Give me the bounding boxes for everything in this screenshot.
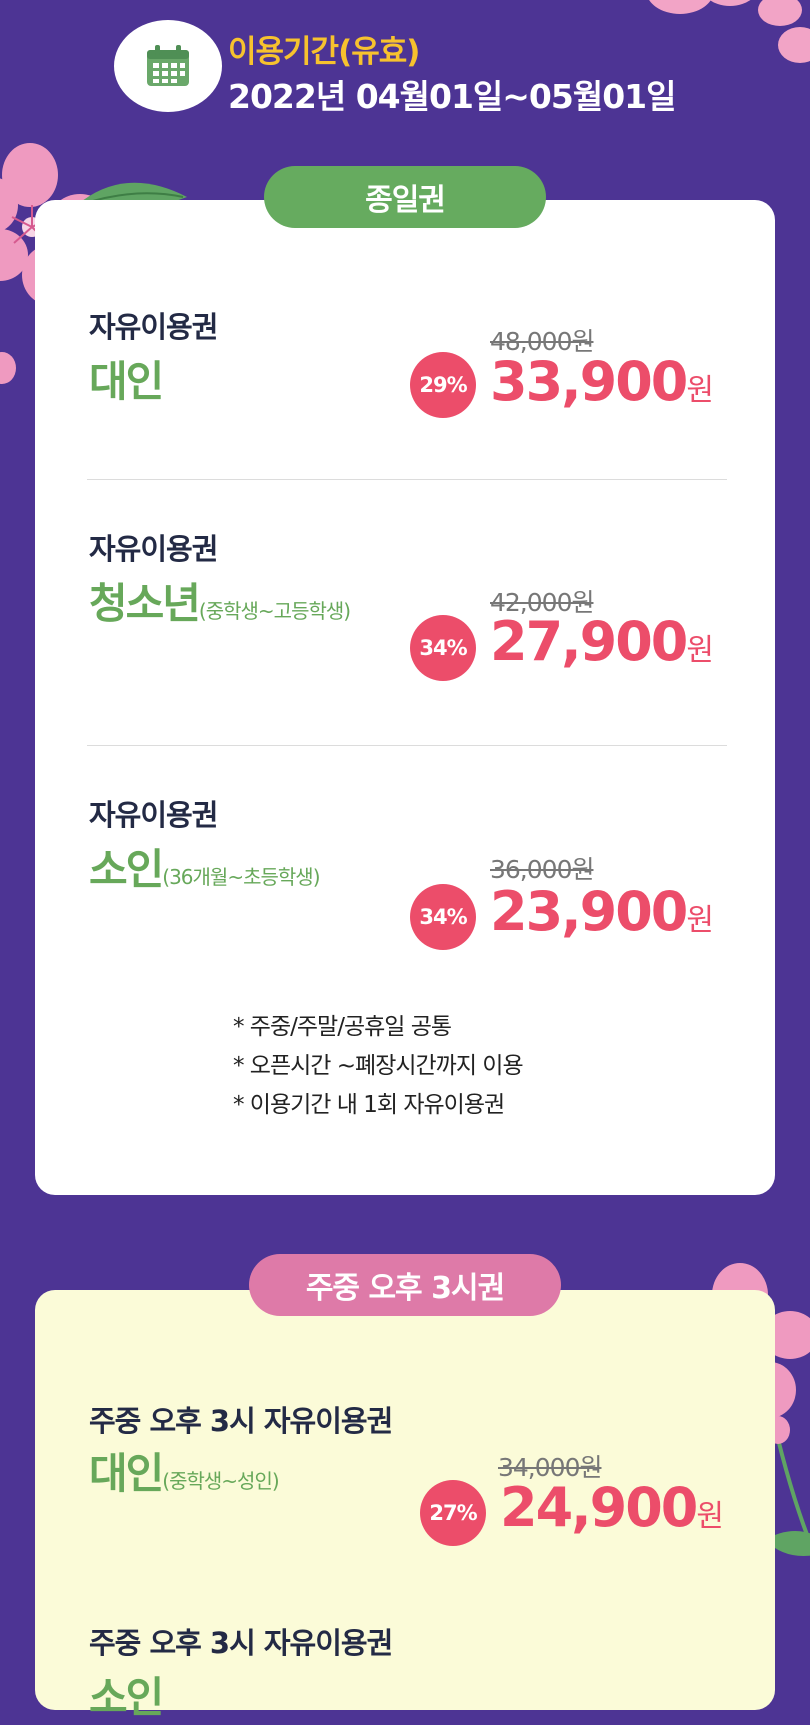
ticket-type: 주중 오후 3시 자유이용권 xyxy=(89,1626,393,1660)
calendar-icon-badge xyxy=(114,20,222,112)
divider xyxy=(87,745,727,746)
ticket-type: 자유이용권 xyxy=(89,532,218,566)
discount-badge: 29% xyxy=(410,352,476,418)
note-line: * 주중/주말/공휴일 공통 xyxy=(233,1014,452,1040)
note-line: * 오픈시간 ~폐장시간까지 이용 xyxy=(233,1053,524,1079)
sale-price: 33,900원 xyxy=(490,350,714,413)
period-label: 이용기간(유효) xyxy=(228,34,420,70)
sale-price: 24,900원 xyxy=(500,1476,724,1539)
ticket-type: 주중 오후 3시 자유이용권 xyxy=(89,1404,393,1438)
petal-left-small xyxy=(0,352,16,384)
section-title-weekday-3pm: 주중 오후 3시권 xyxy=(249,1254,561,1316)
weekday-3pm-pass-card: 주중 오후 3시 자유이용권 대인(중학생~성인) 34,000원 27% 24… xyxy=(35,1290,775,1722)
ticket-type: 자유이용권 xyxy=(89,798,218,832)
usage-notes: * 주중/주말/공휴일 공통 * 오픈시간 ~폐장시간까지 이용 * 이용기간 … xyxy=(233,1008,524,1125)
ticket-category: 소인 xyxy=(89,1673,164,1722)
sale-price: 23,900원 xyxy=(490,880,714,943)
section-title-all-day: 종일권 xyxy=(264,166,546,228)
divider xyxy=(87,479,727,480)
sale-price: 27,900원 xyxy=(490,610,714,673)
discount-badge: 34% xyxy=(410,615,476,681)
all-day-pass-card: 자유이용권 대인 48,000원 29% 33,900원 자유이용권 청소년(중… xyxy=(35,200,775,1195)
discount-badge: 34% xyxy=(410,884,476,950)
ticket-category: 대인(중학생~성인) xyxy=(89,1449,280,1498)
cherry-blossom-top-right xyxy=(649,0,810,63)
discount-badge: 27% xyxy=(420,1480,486,1546)
period-dates: 2022년 04월01일~05월01일 xyxy=(228,77,676,116)
note-line: * 이용기간 내 1회 자유이용권 xyxy=(233,1092,505,1118)
calendar-icon xyxy=(147,45,189,86)
ticket-type: 자유이용권 xyxy=(89,310,218,344)
ticket-category: 소인(36개월~초등학생) xyxy=(89,845,321,894)
ticket-category: 대인 xyxy=(89,357,164,406)
ticket-category: 청소년(중학생~고등학생) xyxy=(89,579,351,628)
